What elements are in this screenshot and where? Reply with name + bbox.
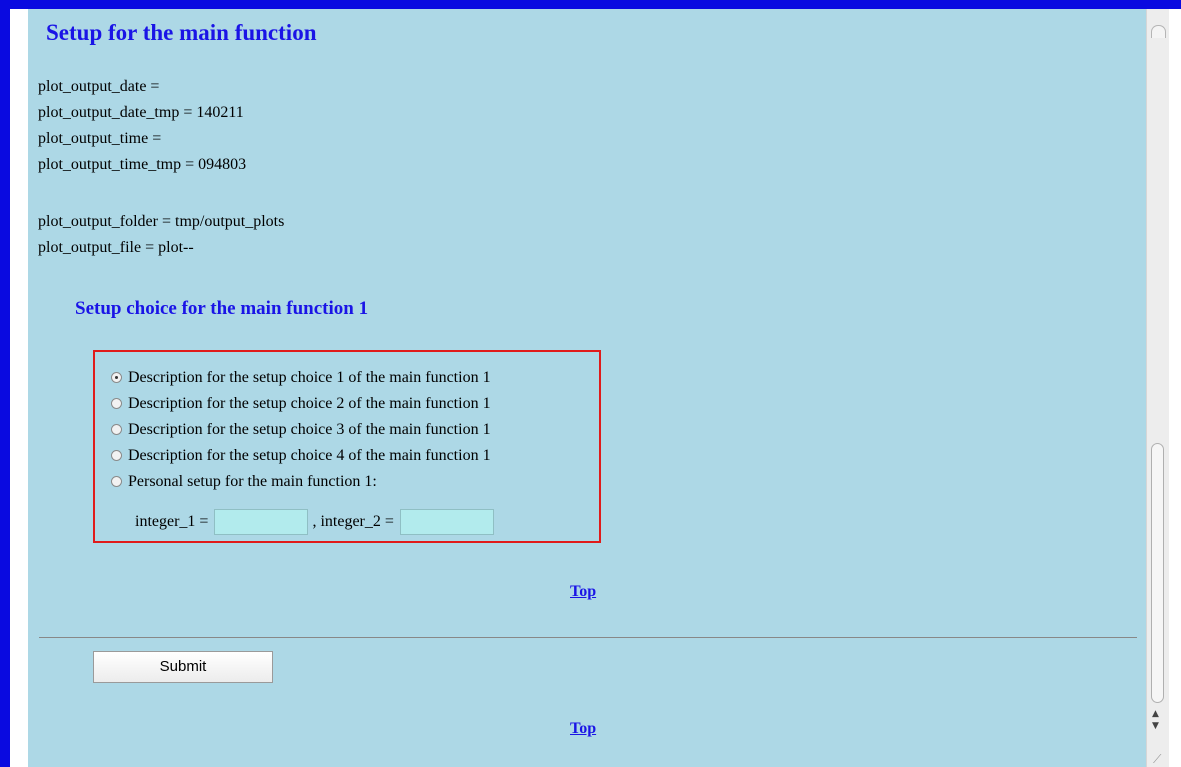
section-subtitle: Setup choice for the main function 1 <box>75 298 369 319</box>
integer-2-input[interactable] <box>399 509 494 536</box>
window-frame-left <box>0 0 10 767</box>
setup-choice-group: Description for the setup choice 1 of th… <box>93 350 601 543</box>
setup-choice-1-label: Description for the setup choice 1 of th… <box>128 369 491 386</box>
info-line-plot-output-time: plot_output_time = <box>38 130 162 147</box>
integer-1-label: integer_1 = <box>135 513 209 530</box>
window-frame-top <box>0 0 1181 9</box>
top-link-bottom[interactable]: Top <box>570 720 596 738</box>
setup-choice-3[interactable]: Description for the setup choice 3 of th… <box>111 419 491 441</box>
submit-button[interactable]: Submit <box>93 651 273 683</box>
info-line-plot-output-folder: plot_output_folder = tmp/output_plots <box>38 213 285 230</box>
radio-selected-icon[interactable] <box>111 372 122 383</box>
right-margin <box>1169 9 1181 767</box>
radio-icon[interactable] <box>111 476 122 487</box>
setup-choice-2[interactable]: Description for the setup choice 2 of th… <box>111 393 491 415</box>
info-line-plot-output-time-tmp: plot_output_time_tmp = 094803 <box>38 156 247 173</box>
page-title: Setup for the main function <box>46 20 317 45</box>
setup-choice-personal[interactable]: Personal setup for the main function 1: <box>111 471 377 493</box>
radio-icon[interactable] <box>111 450 122 461</box>
radio-icon[interactable] <box>111 424 122 435</box>
personal-integer-row: integer_1 = , integer_2 = <box>135 509 498 536</box>
radio-icon[interactable] <box>111 398 122 409</box>
resize-grip-icon[interactable]: ⟋ <box>1153 752 1161 767</box>
page-content: Setup for the main function plot_output_… <box>28 9 1146 767</box>
vertical-scrollbar[interactable]: ▲ ▼ ⟋ <box>1146 9 1169 767</box>
setup-choice-3-label: Description for the setup choice 3 of th… <box>128 421 491 438</box>
info-line-plot-output-date: plot_output_date = <box>38 78 160 95</box>
info-line-plot-output-date-tmp: plot_output_date_tmp = 140211 <box>38 104 244 121</box>
setup-choice-4-label: Description for the setup choice 4 of th… <box>128 447 491 464</box>
setup-choice-2-label: Description for the setup choice 2 of th… <box>128 395 491 412</box>
integer-2-label: , integer_2 = <box>312 513 394 530</box>
scroll-down-arrow-icon[interactable]: ▼ <box>1152 722 1159 731</box>
setup-choice-personal-label: Personal setup for the main function 1: <box>128 473 377 490</box>
scroll-up-arrow-icon[interactable]: ▲ <box>1152 710 1159 719</box>
scrollbar-thumb[interactable] <box>1151 443 1164 703</box>
divider <box>39 637 1137 638</box>
info-line-plot-output-file: plot_output_file = plot-- <box>38 239 194 256</box>
setup-choice-1[interactable]: Description for the setup choice 1 of th… <box>111 367 491 389</box>
left-margin <box>10 9 28 767</box>
scrollbar-track-cap <box>1151 25 1166 38</box>
setup-choice-4[interactable]: Description for the setup choice 4 of th… <box>111 445 491 467</box>
integer-1-input[interactable] <box>214 509 309 536</box>
top-link[interactable]: Top <box>570 583 596 601</box>
